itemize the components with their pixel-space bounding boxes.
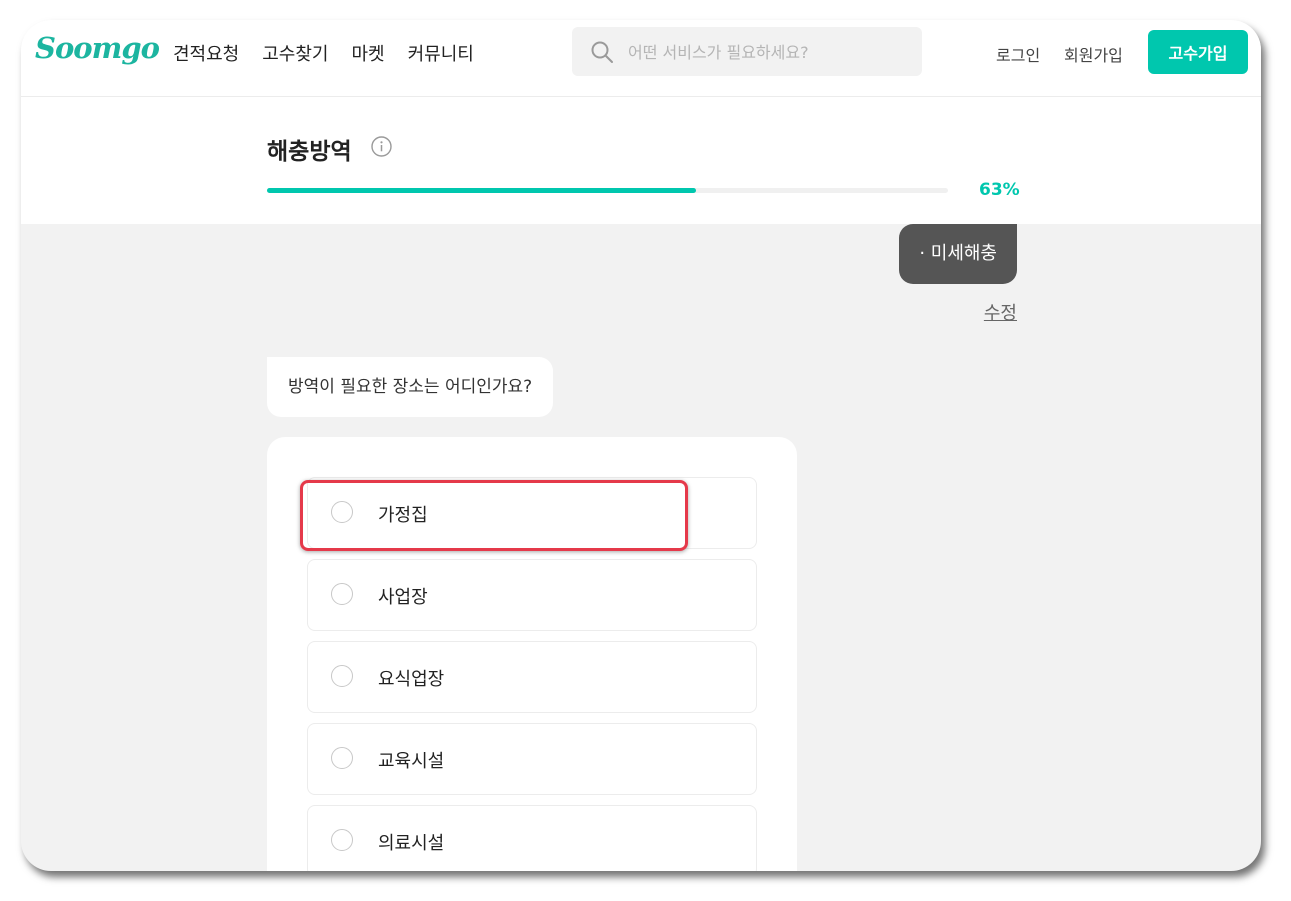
option-label: 의료시설 <box>378 833 445 854</box>
info-icon[interactable] <box>371 136 392 157</box>
main-nav: 견적요청 고수찾기 마켓 커뮤니티 <box>173 40 474 66</box>
progress-bar <box>267 188 948 193</box>
search-input[interactable] <box>626 27 910 78</box>
radio-button[interactable] <box>331 829 353 851</box>
option-label: 가정집 <box>378 505 428 526</box>
options-card: 가정집 사업장 요식업장 교육시설 의료시설 <box>267 437 797 871</box>
soomgo-logo[interactable]: Soomgo <box>35 31 160 65</box>
option-label: 요식업장 <box>378 669 445 690</box>
option-label: 사업장 <box>378 587 428 608</box>
radio-button[interactable] <box>331 665 353 687</box>
pro-signup-button[interactable]: 고수가입 <box>1148 30 1248 74</box>
option-label: 교육시설 <box>378 751 445 772</box>
option-home[interactable]: 가정집 <box>307 477 757 549</box>
login-link[interactable]: 로그인 <box>996 42 1040 66</box>
edit-answer-link[interactable]: 수정 <box>984 299 1017 325</box>
nav-quote-request[interactable]: 견적요청 <box>173 40 239 66</box>
nav-find-pro[interactable]: 고수찾기 <box>262 40 328 66</box>
radio-button[interactable] <box>331 747 353 769</box>
radio-button[interactable] <box>331 583 353 605</box>
previous-answer-bubble: · 미세해충 <box>899 224 1017 284</box>
service-title-band: 해충방역 63% <box>21 97 1261 224</box>
signup-link[interactable]: 회원가입 <box>1064 42 1123 66</box>
service-title: 해충방역 <box>267 139 352 165</box>
option-business[interactable]: 사업장 <box>307 559 757 631</box>
search-box <box>572 27 922 78</box>
app-window: Soomgo 견적요청 고수찾기 마켓 커뮤니티 로그인 회원가입 고수가입 해… <box>21 20 1261 871</box>
search-icon[interactable] <box>590 40 614 64</box>
option-education[interactable]: 교육시설 <box>307 723 757 795</box>
progress-percent: 63% <box>979 180 1020 200</box>
nav-market[interactable]: 마켓 <box>352 40 385 66</box>
option-medical[interactable]: 의료시설 <box>307 805 757 871</box>
progress-bar-fill <box>267 188 697 193</box>
nav-community[interactable]: 커뮤니티 <box>408 40 474 66</box>
question-bubble: 방역이 필요한 장소는 어디인가요? <box>267 357 554 417</box>
option-restaurant[interactable]: 요식업장 <box>307 641 757 713</box>
radio-button[interactable] <box>331 501 353 523</box>
top-header: Soomgo 견적요청 고수찾기 마켓 커뮤니티 로그인 회원가입 고수가입 <box>21 20 1261 97</box>
